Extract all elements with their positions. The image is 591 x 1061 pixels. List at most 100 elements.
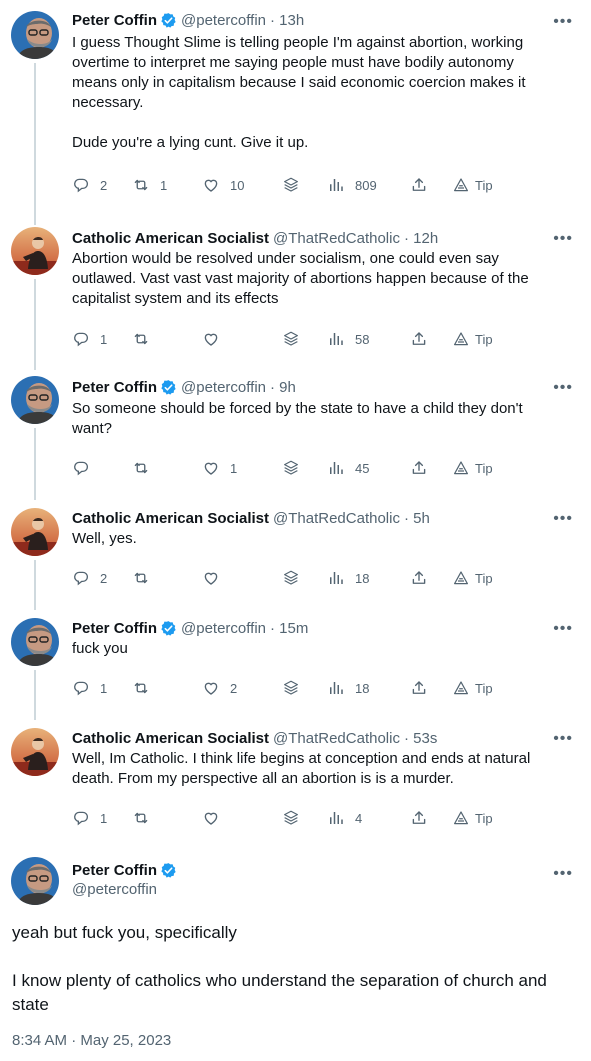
share-button[interactable] <box>410 329 428 349</box>
avatar[interactable] <box>11 376 59 424</box>
bookmark-stack-button[interactable] <box>282 678 300 698</box>
reply-button[interactable]: 2 <box>72 175 107 195</box>
like-button[interactable]: 10 <box>202 175 244 195</box>
reply-button[interactable]: 1 <box>72 808 107 828</box>
share-button[interactable] <box>410 568 428 588</box>
more-options-icon[interactable]: ••• <box>553 14 573 30</box>
heart-icon <box>202 459 220 477</box>
tip-button[interactable]: Tip <box>452 175 493 195</box>
tweet-header: Peter Coffin @petercoffin · 9h <box>72 377 296 397</box>
stack-icon <box>282 176 300 194</box>
avatar[interactable] <box>11 11 59 59</box>
more-options-icon[interactable]: ••• <box>553 866 573 882</box>
views-button[interactable]: 4 <box>327 808 362 828</box>
reply-icon <box>72 459 90 477</box>
tip-icon <box>452 679 470 697</box>
reply-button[interactable]: 1 <box>72 329 107 349</box>
avatar-image <box>11 508 59 556</box>
share-button[interactable] <box>410 808 428 828</box>
like-button[interactable] <box>202 568 230 588</box>
views-button[interactable]: 809 <box>327 175 377 195</box>
tip-icon <box>452 459 470 477</box>
retweet-button[interactable] <box>132 808 160 828</box>
retweet-button[interactable] <box>132 458 160 478</box>
author-handle[interactable]: @ThatRedCatholic <box>273 510 400 527</box>
tip-button[interactable]: Tip <box>452 678 493 698</box>
avatar[interactable] <box>11 227 59 275</box>
bookmark-stack-button[interactable] <box>282 329 300 349</box>
author-handle[interactable]: @petercoffin <box>72 880 177 900</box>
tweet-time[interactable]: · 12h <box>404 230 438 247</box>
author-handle[interactable]: @ThatRedCatholic <box>273 230 400 247</box>
tweet-time[interactable]: · 9h <box>270 379 296 396</box>
tweet-actions: 1 58 Tip <box>72 329 502 349</box>
reply-button[interactable]: 1 <box>72 678 107 698</box>
views-button[interactable]: 58 <box>327 329 369 349</box>
more-options-icon[interactable]: ••• <box>553 231 573 247</box>
retweet-button[interactable] <box>132 568 160 588</box>
avatar[interactable] <box>11 728 59 776</box>
tweet-timestamp[interactable]: 8:34 AM · May 25, 2023 <box>12 1032 171 1049</box>
tweet-actions: 2 1 10 809 Tip <box>72 175 502 195</box>
tweet-time[interactable]: · 5h <box>404 510 430 527</box>
tweet-time[interactable]: · 53s <box>404 730 437 747</box>
share-icon <box>410 569 428 587</box>
replies-count: 1 <box>100 810 108 826</box>
author-name[interactable]: Peter Coffin <box>72 12 157 29</box>
views-button[interactable]: 45 <box>327 458 369 478</box>
retweet-button[interactable] <box>132 329 160 349</box>
like-button[interactable]: 2 <box>202 678 237 698</box>
author-handle[interactable]: @petercoffin <box>181 379 266 396</box>
share-button[interactable] <box>410 458 428 478</box>
bookmark-stack-button[interactable] <box>282 808 300 828</box>
tip-button[interactable]: Tip <box>452 808 493 828</box>
views-icon <box>327 176 345 194</box>
avatar[interactable] <box>11 618 59 666</box>
author-name[interactable]: Catholic American Socialist <box>72 510 269 527</box>
avatar-image <box>11 728 59 776</box>
tweet-text: Abortion would be resolved under sociali… <box>72 250 529 307</box>
tip-button[interactable]: Tip <box>452 458 493 478</box>
more-options-icon[interactable]: ••• <box>553 380 573 396</box>
bookmark-stack-button[interactable] <box>282 568 300 588</box>
author-name[interactable]: Peter Coffin <box>72 620 157 637</box>
retweet-button[interactable]: 1 <box>132 175 167 195</box>
tweet-text: Well, Im Catholic. I think life begins a… <box>72 750 531 787</box>
author-name[interactable]: Peter Coffin <box>72 862 157 879</box>
bookmark-stack-button[interactable] <box>282 458 300 478</box>
share-button[interactable] <box>410 175 428 195</box>
like-button[interactable] <box>202 808 230 828</box>
tip-icon <box>452 809 470 827</box>
like-button[interactable]: 1 <box>202 458 237 478</box>
author-name[interactable]: Catholic American Socialist <box>72 730 269 747</box>
share-button[interactable] <box>410 678 428 698</box>
reply-icon <box>72 569 90 587</box>
more-options-icon[interactable]: ••• <box>553 621 573 637</box>
reply-button[interactable] <box>72 458 100 478</box>
tweet-time[interactable]: · 15m <box>270 620 308 637</box>
author-name[interactable]: Catholic American Socialist <box>72 230 269 247</box>
retweet-button[interactable] <box>132 678 160 698</box>
more-options-icon[interactable]: ••• <box>553 731 573 747</box>
author-name[interactable]: Peter Coffin <box>72 379 157 396</box>
thread-line <box>34 279 36 370</box>
tweet-text: Well, yes. <box>72 530 137 547</box>
avatar-image <box>11 376 59 424</box>
like-button[interactable] <box>202 329 230 349</box>
reply-icon <box>72 176 90 194</box>
bookmark-stack-button[interactable] <box>282 175 300 195</box>
tweet-time[interactable]: · 13h <box>270 12 304 29</box>
avatar[interactable] <box>11 857 59 905</box>
reply-button[interactable]: 2 <box>72 568 107 588</box>
views-button[interactable]: 18 <box>327 568 369 588</box>
avatar[interactable] <box>11 508 59 556</box>
author-handle[interactable]: @petercoffin <box>181 12 266 29</box>
author-handle[interactable]: @petercoffin <box>181 620 266 637</box>
author-handle[interactable]: @ThatRedCatholic <box>273 730 400 747</box>
tip-button[interactable]: Tip <box>452 329 493 349</box>
more-options-icon[interactable]: ••• <box>553 511 573 527</box>
thread-line <box>34 670 36 720</box>
replies-count: 1 <box>100 331 108 347</box>
views-button[interactable]: 18 <box>327 678 369 698</box>
tip-button[interactable]: Tip <box>452 568 493 588</box>
